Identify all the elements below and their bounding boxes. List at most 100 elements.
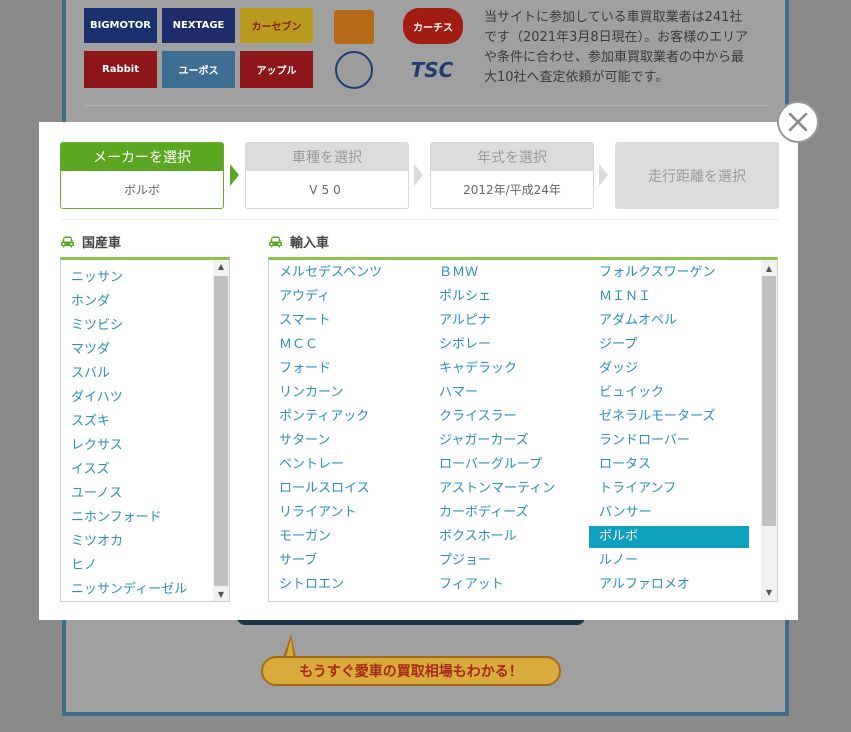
logo-rabbit: Rabbit <box>84 51 157 88</box>
step-arrow-icon <box>230 164 239 186</box>
imported-maker-item[interactable]: クライスラー <box>429 406 589 428</box>
domestic-scrollbar[interactable]: ▲ ▼ <box>213 260 229 601</box>
imported-maker-item[interactable]: アダムオペル <box>589 310 749 332</box>
imported-maker-item[interactable]: リライアント <box>269 502 429 524</box>
imported-maker-item[interactable]: フォード <box>269 358 429 380</box>
car-icon <box>268 236 283 248</box>
step-model[interactable]: 車種を選択 V50 <box>245 142 409 209</box>
scroll-up-icon[interactable]: ▲ <box>761 262 777 276</box>
step-maker-label: メーカーを選択 <box>61 143 223 171</box>
close-icon <box>788 112 808 132</box>
imported-maker-item[interactable]: プジョー <box>429 550 589 572</box>
imported-maker-item[interactable]: アルファロメオ <box>589 574 749 596</box>
imported-maker-item[interactable]: ジープ <box>589 334 749 356</box>
domestic-maker-item[interactable]: ダイハツ <box>61 387 211 409</box>
imported-maker-item[interactable]: トライアンフ <box>589 478 749 500</box>
background-divider <box>84 105 768 106</box>
imported-maker-item[interactable]: モーガン <box>269 526 429 548</box>
domestic-maker-item[interactable]: ニッサンディーゼル <box>61 579 211 601</box>
step-arrow-icon <box>599 164 608 186</box>
imported-maker-item[interactable]: ＢＭＷ <box>429 262 589 284</box>
domestic-maker-item[interactable]: ヒノ <box>61 555 211 577</box>
imported-maker-item[interactable]: ＭＩＮＩ <box>589 286 749 308</box>
step-year[interactable]: 年式を選択 2012年/平成24年 <box>430 142 594 209</box>
imported-maker-item[interactable]: アストンマーティン <box>429 478 589 500</box>
logo-upos: ユーポス <box>162 51 235 88</box>
logo-carseven: カーセブン <box>240 8 313 43</box>
imported-maker-item[interactable]: ダッジ <box>589 358 749 380</box>
step-arrow-icon <box>414 164 423 186</box>
imported-section-title: 輸入車 <box>268 232 329 251</box>
imported-maker-item[interactable]: アルピナ <box>429 310 589 332</box>
imported-maker-item[interactable]: ルノー <box>589 550 749 572</box>
imported-maker-item[interactable]: フィアット <box>429 574 589 596</box>
domestic-maker-item[interactable]: ニッサン <box>61 267 211 289</box>
imported-maker-item[interactable]: リンカーン <box>269 382 429 404</box>
imported-maker-item[interactable]: ポルシェ <box>429 286 589 308</box>
promo-bubble: もうすぐ愛車の買取相場もわかる！ <box>261 656 561 686</box>
imported-maker-item[interactable]: ランドローバー <box>589 430 749 452</box>
imported-maker-item[interactable]: ポンティアック <box>269 406 429 428</box>
imported-title: 輸入車 <box>290 236 330 251</box>
imported-maker-item[interactable]: アウディ <box>269 286 429 308</box>
scroll-down-icon[interactable]: ▼ <box>761 586 777 600</box>
step-mileage-label: 走行距離を選択 <box>616 143 778 208</box>
imported-maker-item[interactable]: スマート <box>269 310 429 332</box>
imported-maker-item[interactable]: メルセデスベンツ <box>269 262 429 284</box>
logo-bigmotor: BIGMOTOR <box>84 8 157 43</box>
imported-maker-item[interactable]: キャデラック <box>429 358 589 380</box>
imported-maker-item[interactable]: ボルボ <box>589 526 749 548</box>
imported-scrollbar[interactable]: ▲ ▼ <box>761 260 777 601</box>
step-maker-value: ボルボ <box>123 183 160 197</box>
imported-maker-item[interactable]: サターン <box>269 430 429 452</box>
imported-maker-item[interactable]: ロータス <box>589 454 749 476</box>
imported-maker-item[interactable]: カーボディーズ <box>429 502 589 524</box>
imported-maker-item[interactable]: ローバーグループ <box>429 454 589 476</box>
imported-maker-item[interactable]: パンサー <box>589 502 749 524</box>
domestic-maker-item[interactable]: マツダ <box>61 339 211 361</box>
domestic-maker-item[interactable]: ミツビシ <box>61 315 211 337</box>
domestic-maker-item[interactable]: スバル <box>61 363 211 385</box>
domestic-maker-item[interactable]: ニホンフォード <box>61 507 211 529</box>
maker-select-modal: メーカーを選択 ボルボ 車種を選択 V50 年式を選択 2012年/平成24年 … <box>39 122 798 620</box>
close-button[interactable] <box>777 101 819 143</box>
imported-maker-item[interactable]: シトロエン <box>269 574 429 596</box>
imported-maker-item[interactable]: フォルクスワーゲン <box>589 262 749 284</box>
imported-maker-item[interactable]: ゼネラルモーターズ <box>589 406 749 428</box>
participation-info: 当サイトに参加している車買取業者は241社です（2021年3月8日現在）。お客様… <box>484 10 749 85</box>
imported-maker-list[interactable]: メルセデスベンツ アウディ スマート ＭＣＣ フォード リンカーン ポンティアック サターンベ… <box>268 257 778 602</box>
scroll-thumb[interactable] <box>762 276 776 526</box>
imported-maker-item[interactable]: ＭＣＣ <box>269 334 429 356</box>
domestic-maker-item[interactable]: スズキ <box>61 411 211 433</box>
domestic-section-title: 国産車 <box>60 232 121 251</box>
imported-maker-item[interactable]: サーブ <box>269 550 429 572</box>
modal-divider <box>60 219 778 220</box>
step-mileage[interactable]: 走行距離を選択 <box>615 142 779 209</box>
scroll-thumb[interactable] <box>214 276 228 586</box>
domestic-maker-item[interactable]: ホンダ <box>61 291 211 313</box>
imported-maker-item[interactable]: ロールスロイス <box>269 478 429 500</box>
imported-maker-item[interactable]: ビュイック <box>589 382 749 404</box>
step-year-value: 2012年/平成24年 <box>463 183 561 197</box>
domestic-maker-item[interactable]: ユーノス <box>61 483 211 505</box>
logo-apple: アップル <box>240 51 313 88</box>
scroll-up-icon[interactable]: ▲ <box>213 260 229 274</box>
scroll-down-icon[interactable]: ▼ <box>213 588 229 601</box>
domestic-maker-list[interactable]: ニッサン ホンダ ミツビシ マツダ スバル ダイハツ スズキ レクサス イスズ ユーノス ニホンフォ… <box>60 257 230 602</box>
domestic-maker-item[interactable]: レクサス <box>61 435 211 457</box>
domestic-maker-item[interactable]: イスズ <box>61 459 211 481</box>
domestic-maker-item[interactable]: ミツオカ <box>61 531 211 553</box>
logo-other <box>334 10 374 44</box>
imported-maker-item[interactable]: ボクスホール <box>429 526 589 548</box>
step-maker[interactable]: メーカーを選択 ボルボ <box>60 142 224 209</box>
car-icon <box>60 236 75 248</box>
logo-tsc: TSC <box>410 58 454 82</box>
imported-maker-item[interactable]: ベントレー <box>269 454 429 476</box>
step-model-label: 車種を選択 <box>246 143 408 171</box>
step-year-label: 年式を選択 <box>431 143 593 171</box>
imported-maker-item[interactable]: ジャガーカーズ <box>429 430 589 452</box>
imported-maker-item[interactable]: シボレー <box>429 334 589 356</box>
imported-maker-item[interactable]: ハマー <box>429 382 589 404</box>
logo-carchs: カーチス <box>403 8 463 44</box>
step-model-value: V50 <box>309 182 345 197</box>
